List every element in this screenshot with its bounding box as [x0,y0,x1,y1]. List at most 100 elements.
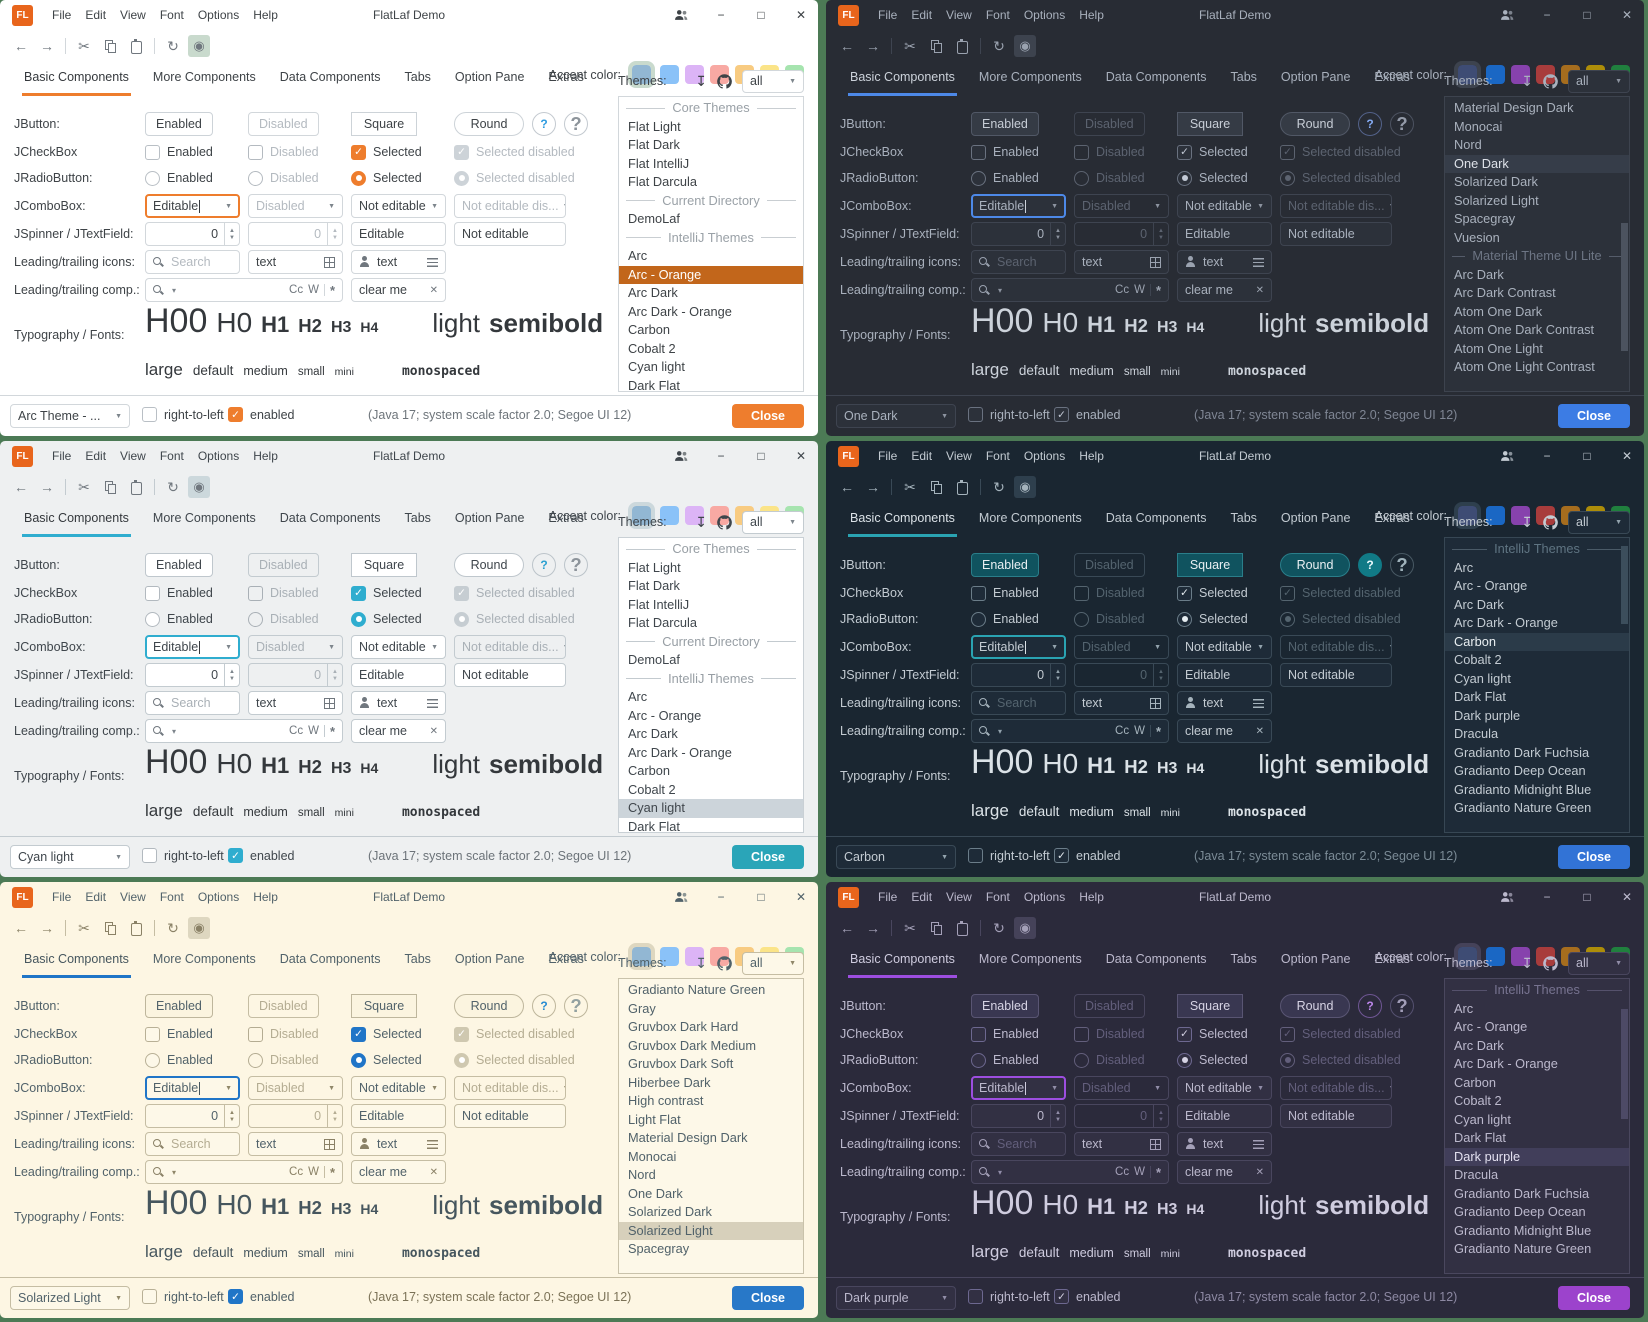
checkbox-enabled[interactable] [145,586,160,601]
match-case-icon[interactable]: Cc [1115,284,1129,296]
clear-icon[interactable]: ✕ [1256,726,1264,737]
theme-list-item[interactable]: Gradianto Deep Ocean [1445,762,1629,781]
enabled-checkbox[interactable]: ✓ [228,407,243,422]
round-button[interactable]: Round [454,994,524,1018]
theme-list-item[interactable]: Core Themes [619,99,803,118]
menu-item[interactable]: File [45,5,78,25]
menu-item[interactable]: Help [1072,887,1111,907]
text-input-person[interactable]: text [1177,1132,1272,1156]
enabled-button[interactable]: Enabled [971,994,1039,1018]
paste-icon[interactable] [951,476,973,498]
theme-list-item[interactable]: Cobalt 2 [619,340,803,359]
tab[interactable]: More Components [977,507,1084,537]
theme-list-item[interactable]: Arc Dark - Orange [1445,614,1629,633]
tab[interactable]: Extras [1372,507,1411,537]
search-input[interactable]: Search [145,1132,240,1156]
users-icon[interactable] [674,890,688,904]
rtl-checkbox[interactable] [968,1289,983,1304]
chevron-down-icon[interactable]: ▼ [427,644,438,651]
theme-list-item[interactable]: Solarized Light [619,1222,803,1241]
theme-list-item[interactable]: Gradianto Midnight Blue [1445,1222,1629,1241]
download-icon[interactable]: ↧ [1521,73,1533,90]
theme-list-item[interactable]: Current Directory [619,633,803,652]
chevron-down-icon[interactable]: ▼ [937,854,948,861]
eye-toggle-icon[interactable]: ◉ [1014,917,1036,939]
menu-item[interactable]: Font [153,5,191,25]
text-input-person[interactable]: text [1177,691,1272,715]
theme-list-item[interactable]: Atom One Dark [1445,303,1629,322]
close-window-button[interactable]: ✕ [794,449,808,463]
chevron-down-icon[interactable]: ▾ [172,286,176,295]
checkbox-selected[interactable]: ✓ [1177,1027,1192,1042]
download-icon[interactable]: ↧ [695,955,707,972]
spinner-arrows[interactable]: ▲▼ [224,1105,239,1127]
spinner[interactable]: 0▲▼ [971,663,1066,687]
github-icon[interactable] [717,74,732,89]
theme-selector-combobox[interactable]: Solarized Light▼ [10,1286,130,1310]
combobox-not-editable[interactable]: Not editable▼ [351,194,446,218]
theme-list-item[interactable]: Arc Dark [619,284,803,303]
enabled-checkbox[interactable]: ✓ [228,848,243,863]
enabled-button[interactable]: Enabled [971,112,1039,136]
rtl-checkbox[interactable] [142,407,157,422]
clear-icon[interactable]: ✕ [1256,1167,1264,1178]
tab[interactable]: Basic Components [22,507,131,537]
theme-list-item[interactable]: Arc [619,688,803,707]
theme-list-item[interactable]: Dark Flat [1445,688,1629,707]
copy-icon[interactable] [99,35,121,57]
text-input-grid[interactable]: text [1074,250,1169,274]
chevron-down-icon[interactable]: ▼ [785,519,796,526]
download-icon[interactable]: ↧ [695,514,707,531]
enabled-checkbox[interactable]: ✓ [228,1289,243,1304]
tab[interactable]: Data Components [278,948,383,978]
whole-word-icon[interactable]: W [1134,284,1145,296]
refresh-icon[interactable]: ↻ [988,35,1010,57]
menu-item[interactable]: Font [979,887,1017,907]
theme-list-item[interactable]: Cobalt 2 [1445,1092,1629,1111]
whole-word-icon[interactable]: W [1134,1166,1145,1178]
enabled-checkbox[interactable]: ✓ [1054,848,1069,863]
close-button[interactable]: Close [1558,845,1630,869]
tab[interactable]: Extras [546,948,585,978]
theme-list-item[interactable]: Arc Dark - Orange [619,303,803,322]
theme-list-item[interactable]: Monocai [1445,118,1629,137]
theme-list-item[interactable]: IntelliJ Themes [619,670,803,689]
enabled-checkbox[interactable]: ✓ [1054,407,1069,422]
tab[interactable]: Option Pane [1279,507,1353,537]
tab[interactable]: More Components [151,66,258,96]
close-window-button[interactable]: ✕ [1620,449,1634,463]
menu-item[interactable]: View [113,446,153,466]
rtl-checkbox[interactable] [142,1289,157,1304]
forward-icon[interactable]: → [862,917,884,939]
textfield-editable[interactable]: Editable [351,1104,446,1128]
theme-list-item[interactable]: IntelliJ Themes [619,229,803,248]
theme-list-item[interactable]: Arc Dark [1445,1037,1629,1056]
tab[interactable]: Data Components [278,507,383,537]
tab[interactable]: Option Pane [453,507,527,537]
text-input-person[interactable]: text [351,691,446,715]
tab[interactable]: Tabs [403,948,433,978]
chevron-down-icon[interactable]: ▼ [221,203,232,210]
tab[interactable]: Option Pane [1279,66,1353,96]
chevron-down-icon[interactable]: ▼ [937,413,948,420]
search-input-with-options[interactable]: ▾ Cc W * [971,719,1169,743]
users-icon[interactable] [1500,8,1514,22]
theme-list-item[interactable]: Core Themes [619,540,803,559]
spinner[interactable]: 0▲▼ [971,1104,1066,1128]
theme-list-item[interactable]: Dark Flat [619,377,803,393]
theme-filter-combobox[interactable]: all▼ [1568,952,1630,975]
spinner-arrows[interactable]: ▲▼ [224,223,239,245]
enabled-button[interactable]: Enabled [145,112,213,136]
theme-list-item[interactable]: Vuesion [1445,229,1629,248]
menu-item[interactable]: Edit [904,446,939,466]
clearable-input[interactable]: clear me✕ [351,278,446,302]
cut-icon[interactable]: ✂ [899,476,921,498]
users-icon[interactable] [1500,890,1514,904]
minimize-button[interactable]: − [714,8,728,22]
chevron-down-icon[interactable]: ▼ [1047,203,1058,210]
theme-list-item[interactable]: Gruvbox Dark Hard [619,1018,803,1037]
paste-icon[interactable] [125,476,147,498]
clearable-input[interactable]: clear me✕ [351,719,446,743]
maximize-button[interactable]: □ [754,890,768,904]
theme-list-item[interactable]: Dracula [1445,1166,1629,1185]
